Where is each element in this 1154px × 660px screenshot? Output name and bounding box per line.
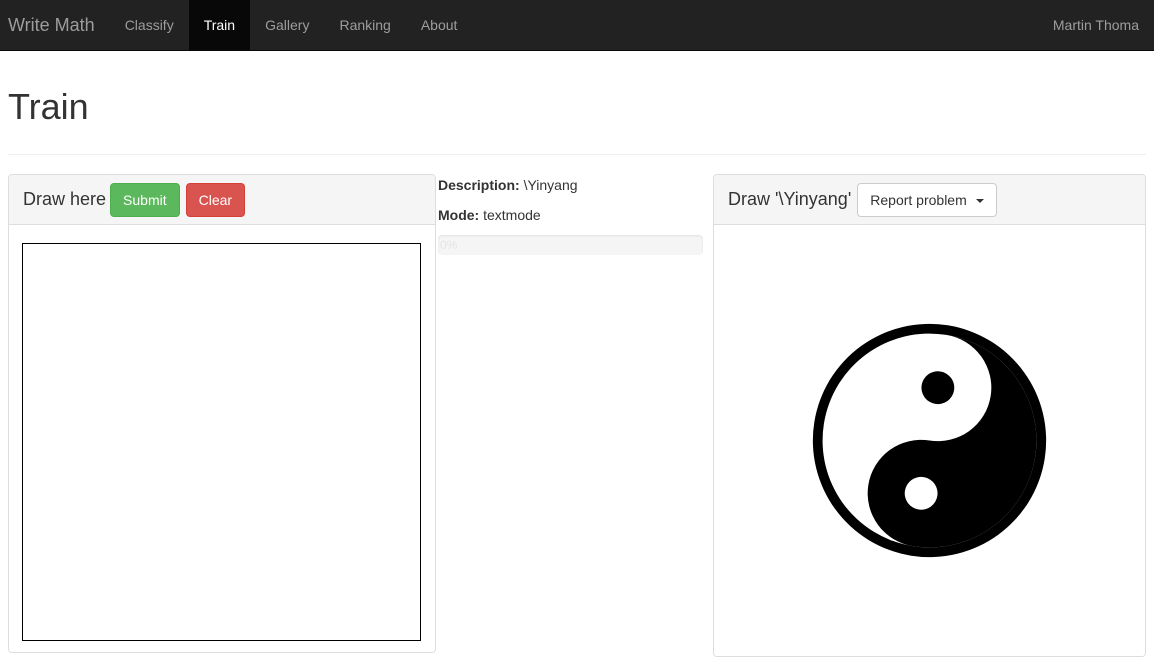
draw-panel-body	[9, 225, 435, 652]
clear-button[interactable]: Clear	[186, 183, 245, 217]
submit-button[interactable]: Submit	[110, 183, 180, 217]
nav-item-about[interactable]: About	[406, 0, 473, 50]
nav-item-classify[interactable]: Classify	[110, 0, 189, 50]
yinyang-image	[808, 319, 1051, 562]
target-panel: Draw '\Yinyang' Report problem	[713, 174, 1146, 657]
nav-links: Classify Train Gallery Ranking About	[110, 0, 473, 50]
report-problem-button[interactable]: Report problem	[857, 183, 996, 217]
report-problem-label: Report problem	[870, 192, 967, 208]
title-divider	[8, 154, 1146, 155]
navbar-right: Martin Thoma	[1038, 0, 1154, 50]
nav-item-user[interactable]: Martin Thoma	[1038, 0, 1154, 50]
navbar: Write Math Classify Train Gallery Rankin…	[0, 0, 1154, 51]
page-content: Train Draw here Submit Clear Description…	[0, 87, 1154, 657]
drawing-canvas[interactable]	[22, 243, 421, 641]
target-panel-body	[714, 225, 1145, 656]
draw-column: Draw here Submit Clear	[8, 174, 436, 653]
target-column: Draw '\Yinyang' Report problem	[713, 174, 1146, 657]
draw-panel-header: Draw here Submit Clear	[9, 175, 435, 225]
mode-line: Mode: textmode	[438, 205, 703, 225]
description-value: \Yinyang	[524, 177, 578, 193]
progress-bar: 0%	[438, 235, 703, 255]
draw-panel: Draw here Submit Clear	[8, 174, 436, 653]
description-line: Description: \Yinyang	[438, 175, 703, 195]
target-panel-header: Draw '\Yinyang' Report problem	[714, 175, 1145, 225]
mode-value: textmode	[483, 207, 541, 223]
description-label: Description:	[438, 177, 520, 193]
caret-down-icon	[976, 199, 984, 203]
draw-panel-title: Draw here	[23, 189, 106, 210]
target-panel-title: Draw '\Yinyang'	[728, 189, 851, 210]
main-row: Draw here Submit Clear Description: \Yin…	[8, 174, 1146, 657]
nav-item-ranking[interactable]: Ranking	[324, 0, 405, 50]
brand-write-math[interactable]: Write Math	[0, 0, 110, 50]
nav-item-train[interactable]: Train	[189, 0, 250, 50]
info-column: Description: \Yinyang Mode: textmode 0%	[436, 174, 713, 255]
nav-item-gallery[interactable]: Gallery	[250, 0, 324, 50]
progress-value: 0%	[438, 235, 457, 255]
mode-label: Mode:	[438, 207, 479, 223]
page-title: Train	[8, 87, 1146, 127]
